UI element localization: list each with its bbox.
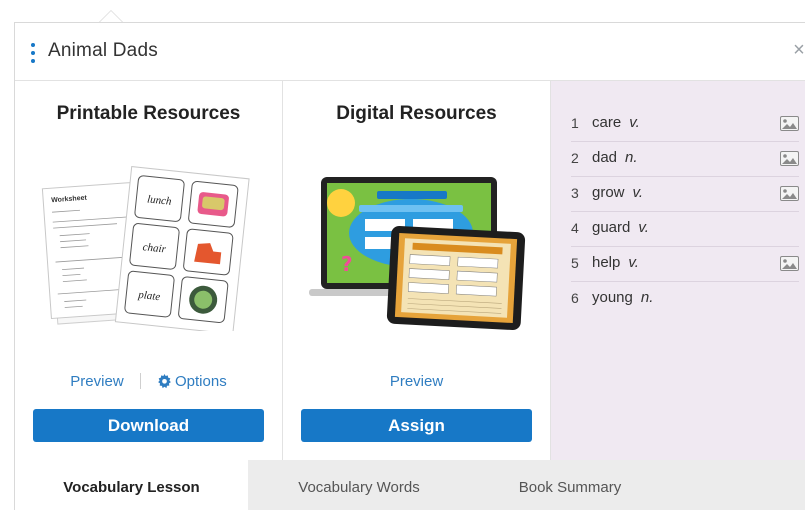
vocab-part-of-speech: v. bbox=[638, 219, 649, 236]
vocab-part-of-speech: n. bbox=[625, 149, 638, 166]
svg-text:?: ? bbox=[341, 252, 353, 276]
vocab-word-group: young n. bbox=[592, 289, 653, 306]
digital-resources-section: Digital Resources ? Preview Assign bbox=[283, 81, 551, 460]
vocab-row[interactable]: 6 young n. bbox=[571, 282, 799, 317]
digital-preview-link[interactable]: Preview bbox=[390, 373, 443, 390]
link-divider bbox=[139, 373, 141, 389]
image-icon[interactable] bbox=[780, 186, 799, 201]
digital-resources-thumbnail: ? bbox=[309, 177, 526, 331]
vocab-part-of-speech: v. bbox=[629, 114, 640, 131]
close-icon[interactable]: × bbox=[788, 39, 805, 61]
options-link[interactable]: Options bbox=[157, 373, 227, 390]
vocab-word: guard bbox=[592, 219, 631, 236]
kebab-menu-icon[interactable] bbox=[29, 43, 37, 63]
vocab-word-group: help v. bbox=[592, 254, 639, 271]
flashcard-word-3: plate bbox=[137, 289, 161, 303]
vocab-word: grow bbox=[592, 184, 625, 201]
assign-button[interactable]: Assign bbox=[301, 409, 532, 442]
vocab-row[interactable]: 2 dad n. bbox=[571, 142, 799, 177]
printable-links: Preview Options bbox=[15, 373, 282, 390]
digital-resources-title: Digital Resources bbox=[336, 103, 497, 124]
vocab-word-group: dad n. bbox=[592, 149, 638, 166]
options-label: Options bbox=[175, 373, 227, 390]
image-icon[interactable] bbox=[780, 256, 799, 271]
vocab-row[interactable]: 5 help v. bbox=[571, 247, 799, 282]
image-icon[interactable] bbox=[780, 116, 799, 131]
printable-resources-section: Printable Resources Worksheet lunch chai… bbox=[15, 81, 283, 460]
vocab-row[interactable]: 4 guard v. bbox=[571, 212, 799, 247]
vocab-word-group: grow v. bbox=[592, 184, 643, 201]
vocab-part-of-speech: n. bbox=[640, 289, 654, 306]
printable-resources-thumbnail: Worksheet lunch chair plate bbox=[41, 165, 250, 331]
digital-links: Preview bbox=[283, 373, 550, 390]
vocab-row[interactable]: 1 care v. bbox=[571, 107, 799, 142]
flashcard-word-2: chair bbox=[142, 241, 167, 255]
download-button[interactable]: Download bbox=[33, 409, 264, 442]
tab-book-summary[interactable]: Book Summary bbox=[470, 460, 670, 510]
vocab-number: 4 bbox=[571, 220, 579, 236]
vocab-number: 5 bbox=[571, 255, 579, 271]
vocab-number: 2 bbox=[571, 150, 579, 166]
vocab-number: 1 bbox=[571, 115, 579, 131]
tab-vocabulary-words[interactable]: Vocabulary Words bbox=[248, 460, 470, 510]
vocab-word: help bbox=[592, 254, 621, 271]
image-icon[interactable] bbox=[780, 151, 799, 166]
vocab-word: care bbox=[592, 114, 622, 131]
vocab-number: 6 bbox=[571, 290, 579, 306]
vocab-word: dad bbox=[592, 149, 618, 166]
resource-popover: Animal Dads × Printable Resources Worksh… bbox=[14, 22, 805, 510]
printable-resources-title: Printable Resources bbox=[56, 103, 241, 124]
tab-vocabulary-lesson[interactable]: Vocabulary Lesson bbox=[15, 460, 248, 510]
vocab-part-of-speech: v. bbox=[628, 254, 639, 271]
book-title: Animal Dads bbox=[48, 40, 158, 61]
vocab-row[interactable]: 3 grow v. bbox=[571, 177, 799, 212]
vocab-number: 3 bbox=[571, 185, 579, 201]
vocab-word-group: guard v. bbox=[592, 219, 649, 236]
printable-preview-link[interactable]: Preview bbox=[70, 373, 123, 390]
popover-header: Animal Dads × bbox=[15, 23, 805, 81]
gear-icon bbox=[158, 374, 171, 389]
vocabulary-list: 1 care v. 2 dad n. 3 grow v. 4 guard v. 5 help v. 6 youn… bbox=[571, 107, 799, 317]
vocab-part-of-speech: v. bbox=[632, 184, 644, 201]
stage: Animal Dads × Printable Resources Worksh… bbox=[0, 0, 805, 510]
vocab-word-group: care v. bbox=[592, 114, 640, 131]
tab-bar: Vocabulary Lesson Vocabulary Words Book … bbox=[15, 460, 805, 510]
vocabulary-list-panel: 1 care v. 2 dad n. 3 grow v. 4 guard v. 5 help v. 6 youn… bbox=[551, 81, 805, 460]
vocab-word: young bbox=[592, 289, 633, 306]
